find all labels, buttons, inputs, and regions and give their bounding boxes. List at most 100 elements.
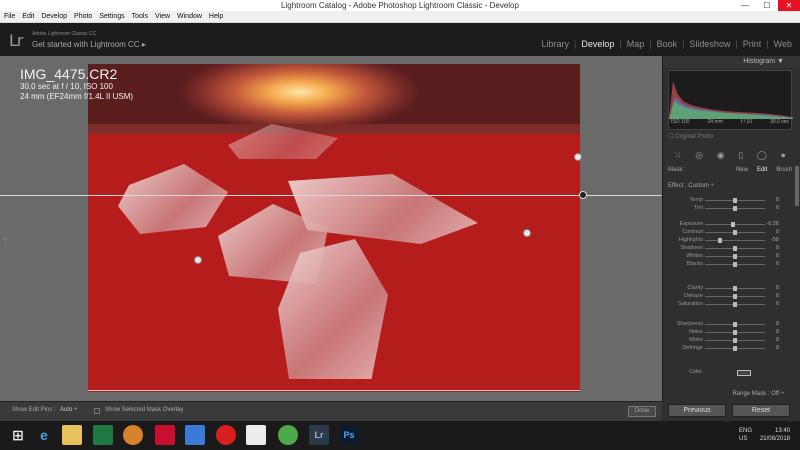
slider-moire[interactable]: Moire 0 bbox=[663, 336, 800, 344]
left-panel-toggle-icon[interactable]: ◀ bbox=[1, 235, 7, 243]
slider-knob[interactable] bbox=[733, 230, 737, 235]
menu-develop[interactable]: Develop bbox=[41, 13, 67, 20]
slider-track[interactable] bbox=[705, 322, 765, 327]
get-started-link[interactable]: Get started with Lightroom CC ▸ bbox=[32, 40, 146, 49]
start-button[interactable]: ⊞ bbox=[8, 425, 28, 445]
edit-pin-selected[interactable] bbox=[579, 191, 587, 199]
reset-button[interactable]: Reset bbox=[732, 404, 790, 417]
file-explorer-icon[interactable] bbox=[62, 425, 82, 445]
slider-knob[interactable] bbox=[733, 294, 737, 299]
lightroom-taskbar-icon[interactable]: Lr bbox=[309, 425, 329, 445]
slider-track[interactable] bbox=[705, 346, 765, 351]
menu-window[interactable]: Window bbox=[177, 13, 202, 20]
slider-track[interactable] bbox=[705, 294, 765, 299]
slider-knob[interactable] bbox=[733, 302, 737, 307]
slider-track[interactable] bbox=[705, 230, 765, 235]
done-button[interactable]: Done bbox=[628, 406, 656, 417]
slider-knob[interactable] bbox=[733, 338, 737, 343]
document-icon[interactable] bbox=[246, 425, 266, 445]
slider-track[interactable] bbox=[705, 302, 765, 307]
slider-defringe[interactable]: Defringe 0 bbox=[663, 344, 800, 352]
range-mask-select[interactable]: Range Mask : Off ÷ bbox=[668, 391, 792, 397]
slider-dehaze[interactable]: Dehaze 0 bbox=[663, 292, 800, 300]
language-indicator[interactable]: ENG US bbox=[739, 427, 752, 443]
internet-explorer-icon[interactable]: e bbox=[34, 425, 54, 445]
photo-canvas[interactable]: IMG_4475.CR2 30.0 sec at f / 10, ISO 100… bbox=[0, 56, 662, 401]
slider-knob[interactable] bbox=[733, 198, 737, 203]
slider-track[interactable] bbox=[705, 246, 765, 251]
module-slideshow[interactable]: Slideshow bbox=[689, 39, 730, 49]
slider-knob[interactable] bbox=[718, 238, 722, 243]
slider-track[interactable] bbox=[705, 222, 765, 227]
slider-track[interactable] bbox=[705, 338, 765, 343]
slider-knob[interactable] bbox=[730, 222, 735, 227]
opera-icon[interactable] bbox=[216, 425, 236, 445]
slider-exposure[interactable]: Exposure -0.26 bbox=[663, 220, 800, 228]
effect-preset-select[interactable]: Effect : Custom ÷ bbox=[668, 183, 714, 189]
menu-file[interactable]: File bbox=[4, 13, 15, 20]
remote-desktop-icon[interactable] bbox=[185, 425, 205, 445]
color-swatch[interactable] bbox=[737, 370, 751, 376]
slider-knob[interactable] bbox=[733, 330, 737, 335]
slider-blacks[interactable]: Blacks 0 bbox=[663, 260, 800, 268]
slider-temp[interactable]: Temp 0 bbox=[663, 196, 800, 204]
module-map[interactable]: Map bbox=[627, 39, 645, 49]
mask-new-button[interactable]: New bbox=[736, 167, 748, 173]
slider-knob[interactable] bbox=[733, 346, 737, 351]
slider-knob[interactable] bbox=[733, 286, 737, 291]
module-library[interactable]: Library bbox=[541, 39, 569, 49]
radial-filter-icon[interactable]: ◯ bbox=[757, 150, 767, 161]
slider-highlights[interactable]: Highlights -50 bbox=[663, 236, 800, 244]
edit-pin[interactable] bbox=[194, 256, 202, 264]
slider-tint[interactable]: Tint 0 bbox=[663, 204, 800, 212]
slider-knob[interactable] bbox=[733, 322, 737, 327]
slider-shadows[interactable]: Shadows 0 bbox=[663, 244, 800, 252]
module-develop[interactable]: Develop bbox=[581, 39, 614, 49]
slider-knob[interactable] bbox=[733, 262, 737, 267]
minimize-button[interactable]: — bbox=[734, 0, 756, 11]
edit-pin[interactable] bbox=[523, 229, 531, 237]
close-button[interactable]: ✕ bbox=[778, 0, 800, 11]
system-clock[interactable]: 13:40 21/08/2018 bbox=[760, 427, 790, 443]
excel-icon[interactable] bbox=[93, 425, 113, 445]
slider-track[interactable] bbox=[705, 262, 765, 267]
slider-sharpness[interactable]: Sharpness 0 bbox=[663, 320, 800, 328]
photo-image[interactable] bbox=[88, 64, 580, 392]
slider-knob[interactable] bbox=[733, 206, 737, 211]
slider-knob[interactable] bbox=[733, 246, 737, 251]
slider-track[interactable] bbox=[705, 198, 765, 203]
photoshop-taskbar-icon[interactable]: Ps bbox=[339, 425, 359, 445]
mask-brush-button[interactable]: Brush bbox=[776, 167, 792, 173]
menu-help[interactable]: Help bbox=[209, 13, 223, 20]
chrome-icon[interactable] bbox=[278, 425, 298, 445]
panel-scrollbar[interactable] bbox=[795, 166, 799, 206]
module-book[interactable]: Book bbox=[657, 39, 678, 49]
crop-icon[interactable]: ⁙ bbox=[674, 150, 682, 161]
slider-track[interactable] bbox=[705, 286, 765, 291]
spot-removal-icon[interactable]: ◎ bbox=[695, 150, 703, 161]
audio-app-icon[interactable] bbox=[123, 425, 143, 445]
red-eye-icon[interactable]: ◉ bbox=[717, 150, 725, 161]
slider-track[interactable] bbox=[705, 254, 765, 259]
slider-track[interactable] bbox=[705, 238, 765, 243]
slider-track[interactable] bbox=[705, 206, 765, 211]
menu-photo[interactable]: Photo bbox=[74, 13, 92, 20]
graduated-filter-icon[interactable]: ▯ bbox=[738, 150, 743, 161]
menu-tools[interactable]: Tools bbox=[132, 13, 148, 20]
menu-settings[interactable]: Settings bbox=[99, 13, 124, 20]
slider-whites[interactable]: Whites 0 bbox=[663, 252, 800, 260]
histogram-header[interactable]: Histogram ▼ bbox=[663, 56, 800, 68]
mask-edit-button[interactable]: Edit bbox=[757, 167, 767, 173]
graduated-filter-line-lower[interactable] bbox=[88, 390, 580, 391]
adobe-reader-icon[interactable] bbox=[155, 425, 175, 445]
slider-knob[interactable] bbox=[733, 254, 737, 259]
previous-button[interactable]: Previous bbox=[668, 404, 726, 417]
slider-contrast[interactable]: Contrast 0 bbox=[663, 228, 800, 236]
slider-noise[interactable]: Noise 0 bbox=[663, 328, 800, 336]
module-web[interactable]: Web bbox=[774, 39, 792, 49]
menu-edit[interactable]: Edit bbox=[22, 13, 34, 20]
mask-overlay-checkbox[interactable] bbox=[94, 408, 100, 414]
adjustment-brush-icon[interactable]: ● bbox=[781, 150, 786, 160]
module-print[interactable]: Print bbox=[743, 39, 762, 49]
show-edit-pins-select[interactable]: Auto ÷ bbox=[60, 407, 77, 413]
